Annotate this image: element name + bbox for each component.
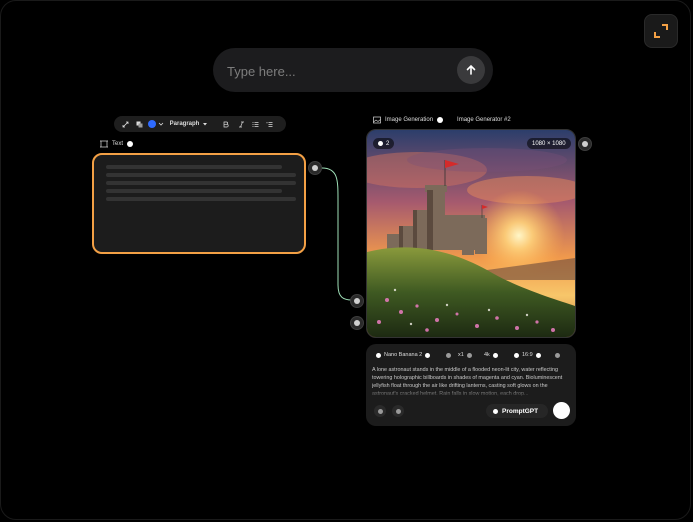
count-dot (378, 141, 383, 146)
italic-button[interactable] (234, 117, 248, 131)
text-output-port[interactable] (308, 161, 322, 175)
aspect-ratio-select[interactable]: 16:9 (514, 350, 541, 360)
quality-dropdown-dot (492, 352, 498, 358)
quality-label: 4k (484, 352, 490, 358)
aspect-ratio-label: 16:9 (522, 352, 533, 358)
image-node-header: Image Generation Image Generator #2 (373, 116, 511, 124)
bullet-list-icon (252, 121, 258, 127)
color-swatch (148, 120, 156, 128)
numbered-list-button[interactable] (262, 117, 276, 131)
castle-sunset-image (367, 130, 575, 337)
image-output-port[interactable] (578, 137, 592, 151)
status-dot (127, 141, 134, 147)
node-connector (321, 167, 353, 301)
settings-button[interactable] (392, 405, 404, 417)
text-toolbar: Paragraph (114, 116, 286, 132)
text-node-header: Text (100, 140, 134, 148)
color-picker[interactable] (146, 117, 166, 131)
text-frame-icon (100, 140, 108, 148)
model-select[interactable]: Nano Banana 2 (376, 350, 431, 360)
resolution-value: 1080 × 1080 (532, 140, 566, 147)
quality-select[interactable]: 4k (484, 350, 498, 360)
prompt-enhancer-icon (493, 408, 498, 414)
bold-icon (223, 121, 229, 127)
image-node-type: Image Generation (385, 117, 434, 123)
model-dropdown-dot (425, 352, 431, 358)
numbered-list-icon (266, 121, 272, 127)
image-input-port-2[interactable] (350, 316, 364, 330)
image-node-name: Image Generator #2 (457, 117, 511, 123)
image-icon (373, 116, 381, 124)
status-dot (437, 117, 444, 123)
resize-icon[interactable] (118, 117, 132, 131)
attach-button[interactable] (374, 405, 386, 417)
chevron-down-icon (203, 123, 208, 126)
bullet-list-button[interactable] (248, 117, 262, 131)
text-node-label: Text (112, 141, 124, 147)
multiplier-label: x1 (458, 352, 464, 358)
image-count-value: 2 (386, 140, 390, 147)
bold-button[interactable] (216, 117, 234, 131)
prompt-enhancer-label: PromptGPT (502, 407, 539, 415)
multiplier-select[interactable]: x1 (446, 350, 472, 360)
paragraph-style-select[interactable]: Paragraph (166, 117, 212, 131)
model-label: Nano Banana 2 (384, 352, 423, 358)
multiplier-dropdown-dot (466, 352, 472, 358)
aspect-ratio-dropdown-dot (535, 352, 541, 358)
settings-icon (395, 408, 401, 414)
image-count-badge: 2 (373, 138, 395, 149)
attach-icon (377, 408, 383, 414)
model-icon (376, 352, 381, 358)
italic-icon (238, 121, 244, 127)
more-options[interactable] (555, 350, 560, 360)
text-skeleton-line (106, 197, 296, 201)
image-preview[interactable]: 2 1080 × 1080 (366, 129, 576, 338)
text-node-card[interactable] (92, 153, 306, 254)
image-input-port-1[interactable] (350, 294, 364, 308)
more-icon (555, 352, 560, 358)
chevron-down-icon (158, 122, 164, 126)
generation-settings-panel: Nano Banana 2 x1 4k 16:9 A lone astronau… (366, 344, 576, 426)
text-skeleton-line (106, 181, 296, 185)
layers-icon[interactable] (132, 117, 146, 131)
text-skeleton-line (106, 189, 282, 193)
text-skeleton-line (106, 165, 282, 169)
multiplier-icon (446, 352, 451, 358)
generate-button[interactable] (553, 402, 570, 419)
text-skeleton-line (106, 173, 296, 177)
resolution-badge: 1080 × 1080 (527, 138, 571, 149)
description-fade (372, 388, 570, 398)
paragraph-style-label: Paragraph (169, 121, 200, 127)
aspect-ratio-icon (514, 352, 519, 358)
prompt-enhancer-button[interactable]: PromptGPT (486, 404, 548, 418)
